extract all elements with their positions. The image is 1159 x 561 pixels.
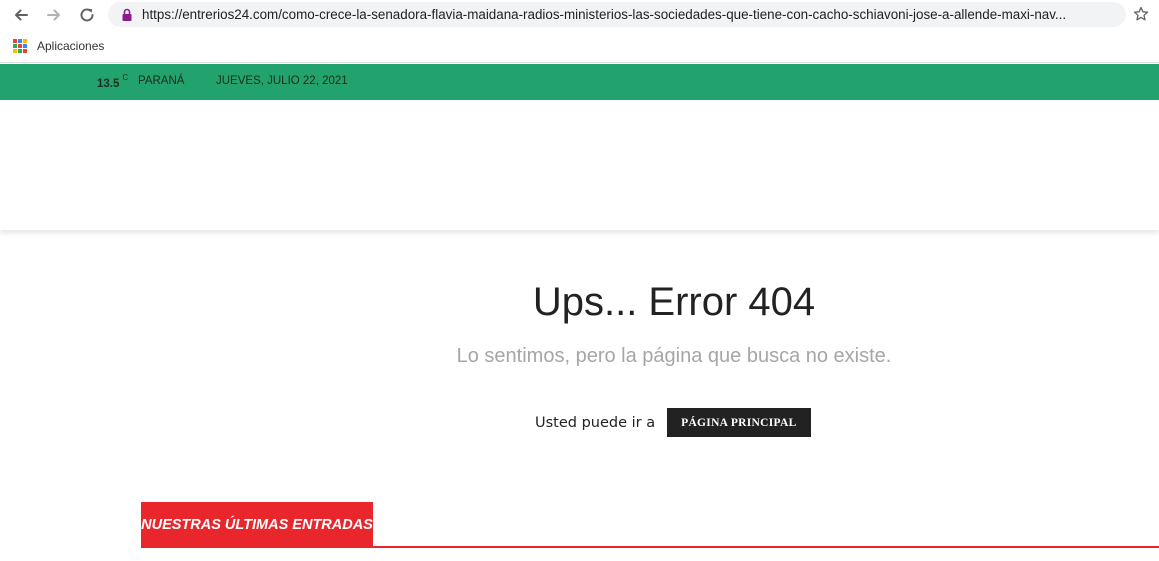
bookmark-label: Aplicaciones xyxy=(37,39,105,53)
temperature-unit: C xyxy=(122,73,129,82)
current-date: JUEVES, JULIO 22, 2021 xyxy=(216,75,348,87)
goto-text: Usted puede ir a xyxy=(535,414,656,431)
back-button[interactable] xyxy=(10,4,32,26)
address-bar[interactable]: https://entrerios24.com/como-crece-la-se… xyxy=(108,2,1126,27)
reload-button[interactable] xyxy=(76,4,98,26)
error-subtitle: Lo sentimos, pero la página que busca no… xyxy=(456,345,892,367)
lock-icon xyxy=(120,8,134,22)
goto-home-row: Usted puede ir a PÁGINA PRINCIPAL xyxy=(535,408,811,437)
browser-toolbar: https://entrerios24.com/como-crece-la-se… xyxy=(0,0,1159,30)
temperature: 13.5C xyxy=(97,73,129,90)
bookmarks-bar: Aplicaciones xyxy=(0,30,1159,63)
home-page-button[interactable]: PÁGINA PRINCIPAL xyxy=(667,408,811,437)
arrow-right-icon xyxy=(47,9,60,21)
bookmark-apps[interactable]: Aplicaciones xyxy=(13,37,104,55)
bookmark-star-icon[interactable] xyxy=(1131,4,1151,24)
page-title: Ups... Error 404 xyxy=(532,280,816,324)
header-area xyxy=(0,100,1159,230)
site-topbar: 13.5C PARANÁ JUEVES, JULIO 22, 2021 xyxy=(0,64,1159,100)
moon-icon xyxy=(80,76,86,88)
city-name: PARANÁ xyxy=(138,75,185,87)
reload-icon xyxy=(80,8,94,22)
divider xyxy=(141,546,1159,548)
apps-grid-icon xyxy=(13,39,27,53)
latest-entries-heading: NUESTRAS ÚLTIMAS ENTRADAS xyxy=(141,502,373,548)
forward-button[interactable] xyxy=(43,4,65,26)
arrow-left-icon xyxy=(15,9,28,21)
url-text: https://entrerios24.com/como-crece-la-se… xyxy=(142,7,1067,22)
